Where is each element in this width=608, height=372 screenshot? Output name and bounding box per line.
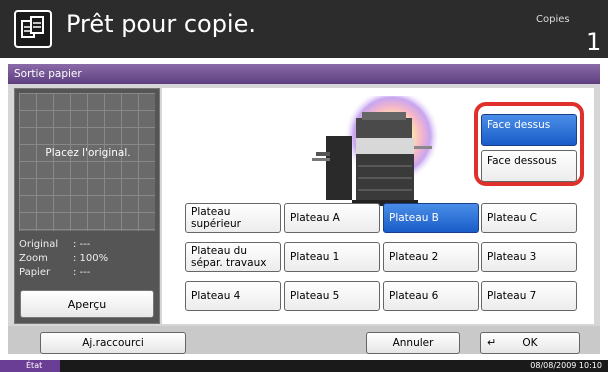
copier-illustration xyxy=(312,96,440,206)
preview-pane: Placez l'original. Original : --- Zoom :… xyxy=(14,88,160,324)
tray-button-5[interactable]: Plateau 5 xyxy=(284,281,380,311)
tray-button-c[interactable]: Plateau C xyxy=(481,203,577,233)
status-bar xyxy=(0,360,608,372)
tray-button-6[interactable]: Plateau 6 xyxy=(383,281,479,311)
info-value: : --- xyxy=(73,239,91,250)
copies-label: Copies xyxy=(536,14,570,25)
info-key: Original xyxy=(19,239,59,250)
copy-icon xyxy=(14,10,52,48)
enter-icon: ↵ xyxy=(487,336,497,349)
tray-button-7[interactable]: Plateau 7 xyxy=(481,281,577,311)
place-original-text: Placez l'original. xyxy=(45,147,131,159)
copy-screen: Prêt pour copie. Copies 1 Sortie papier … xyxy=(0,0,608,372)
page-title: Prêt pour copie. xyxy=(66,10,256,38)
tray-button-a[interactable]: Plateau A xyxy=(284,203,380,233)
panel-title: Sortie papier xyxy=(8,64,600,84)
header-bar: Prêt pour copie. Copies 1 xyxy=(0,0,608,58)
preview-button[interactable]: Aperçu xyxy=(20,290,154,318)
info-key: Papier xyxy=(19,267,51,278)
tray-button-top[interactable]: Plateau supérieur xyxy=(185,203,281,233)
preview-grid xyxy=(19,93,155,231)
tray-button-4[interactable]: Plateau 4 xyxy=(185,281,281,311)
face-up-button[interactable]: Face dessus xyxy=(481,114,577,146)
tray-button-1[interactable]: Plateau 1 xyxy=(284,242,380,272)
tray-button-job-separator[interactable]: Plateau du sépar. travaux xyxy=(185,242,281,272)
tray-button-3[interactable]: Plateau 3 xyxy=(481,242,577,272)
info-value: : 100% xyxy=(73,253,109,264)
copies-count: 1 xyxy=(586,28,602,56)
face-down-button[interactable]: Face dessous xyxy=(481,150,577,182)
info-key: Zoom xyxy=(19,253,48,264)
status-datetime: 08/08/2009 10:10 xyxy=(530,361,602,370)
cancel-button[interactable]: Annuler xyxy=(366,332,460,354)
tray-button-2[interactable]: Plateau 2 xyxy=(383,242,479,272)
tray-button-b[interactable]: Plateau B xyxy=(383,203,479,233)
ok-button[interactable]: ↵ OK xyxy=(480,332,580,354)
status-state-button[interactable]: État xyxy=(0,360,60,372)
info-value: : --- xyxy=(73,267,91,278)
ok-label: OK xyxy=(522,337,538,349)
add-shortcut-button[interactable]: Aj.raccourci xyxy=(40,332,186,354)
